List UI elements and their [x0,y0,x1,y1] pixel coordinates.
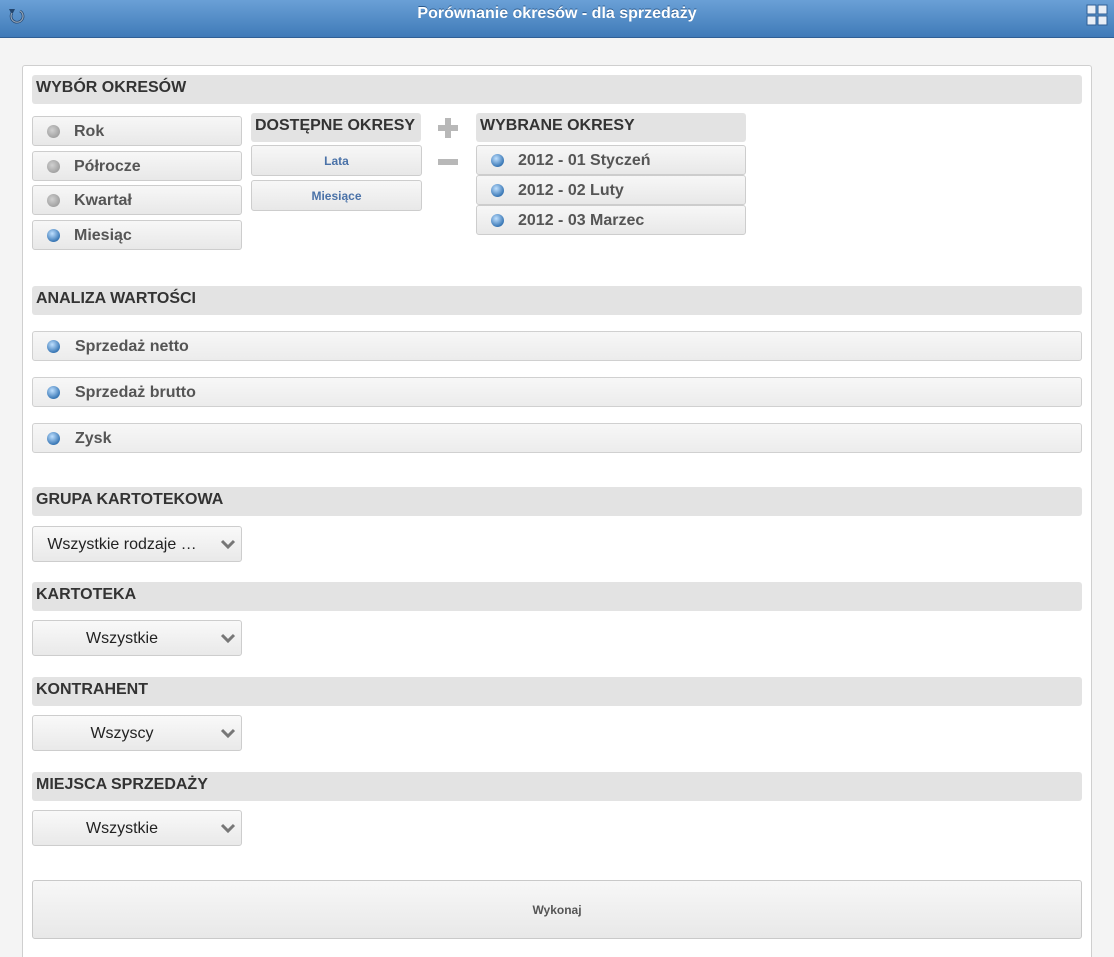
period-type-rok[interactable]: Rok [32,116,242,146]
radio-on-icon [491,214,504,227]
dashboard-icon[interactable] [1086,4,1108,26]
radio-on-icon [47,432,60,445]
analysis-option-profit[interactable]: Zysk [32,423,1082,453]
radio-off-icon [47,160,60,173]
selected-period-item[interactable]: 2012 - 01 Styczeń [476,145,746,175]
places-select-value: Wszystkie [86,820,158,837]
contractor-section-heading: KONTRAHENT [32,677,1082,706]
group-select-value: Wszystkie rodzaje … [47,536,197,553]
available-periods-heading: DOSTĘPNE OKRESY [251,113,421,142]
selected-period-item[interactable]: 2012 - 02 Luty [476,175,746,205]
analysis-option-gross-sales[interactable]: Sprzedaż brutto [32,377,1082,407]
radio-on-icon [47,340,60,353]
analysis-option-label: Sprzedaż brutto [75,384,196,401]
period-type-polrocze[interactable]: Półrocze [32,151,242,181]
radio-off-icon [47,125,60,138]
radio-on-icon [491,154,504,167]
period-type-kwartal[interactable]: Kwartał [32,185,242,215]
title-bar: Porównanie okresów - dla sprzedaży [0,0,1114,38]
add-icon[interactable] [437,117,459,139]
period-type-label: Miesiąc [74,227,132,244]
chevron-down-icon [220,728,236,739]
selected-period-label: 2012 - 03 Marzec [518,212,645,229]
selected-period-label: 2012 - 01 Styczeń [518,152,651,169]
period-type-label: Kwartał [74,192,132,209]
period-type-miesiac[interactable]: Miesiąc [32,220,242,250]
selected-period-label: 2012 - 02 Luty [518,182,624,199]
card-section-heading: KARTOTEKA [32,582,1082,611]
selected-period-item[interactable]: 2012 - 03 Marzec [476,205,746,235]
analysis-option-label: Sprzedaż netto [75,338,189,355]
card-select[interactable]: Wszystkie [32,620,242,656]
places-select[interactable]: Wszystkie [32,810,242,846]
available-period-years[interactable]: Lata [251,145,422,176]
page-title: Porównanie okresów - dla sprzedaży [417,5,697,22]
period-type-label: Rok [74,123,105,140]
radio-on-icon [491,184,504,197]
chevron-down-icon [220,823,236,834]
available-period-months[interactable]: Miesiące [251,180,422,211]
contractor-select[interactable]: Wszyscy [32,715,242,751]
group-select[interactable]: Wszystkie rodzaje … [32,526,242,562]
period-type-label: Półrocze [74,158,141,175]
chevron-down-icon [220,539,236,550]
selected-periods-heading: WYBRANE OKRESY [476,113,746,142]
places-section-heading: MIEJSCA SPRZEDAŻY [32,772,1082,801]
analysis-option-label: Zysk [75,430,112,447]
card-select-value: Wszystkie [86,630,158,647]
radio-on-icon [47,229,60,242]
radio-on-icon [47,386,60,399]
group-section-heading: GRUPA KARTOTEKOWA [32,487,1082,516]
period-section-heading: WYBÓR OKRESÓW [32,75,1082,104]
remove-icon[interactable] [437,157,459,167]
execute-button[interactable]: Wykonaj [32,880,1082,939]
chevron-down-icon [220,633,236,644]
contractor-select-value: Wszyscy [90,725,154,742]
radio-off-icon [47,194,60,207]
analysis-section-heading: ANALIZA WARTOŚCI [32,286,1082,315]
analysis-option-net-sales[interactable]: Sprzedaż netto [32,331,1082,361]
